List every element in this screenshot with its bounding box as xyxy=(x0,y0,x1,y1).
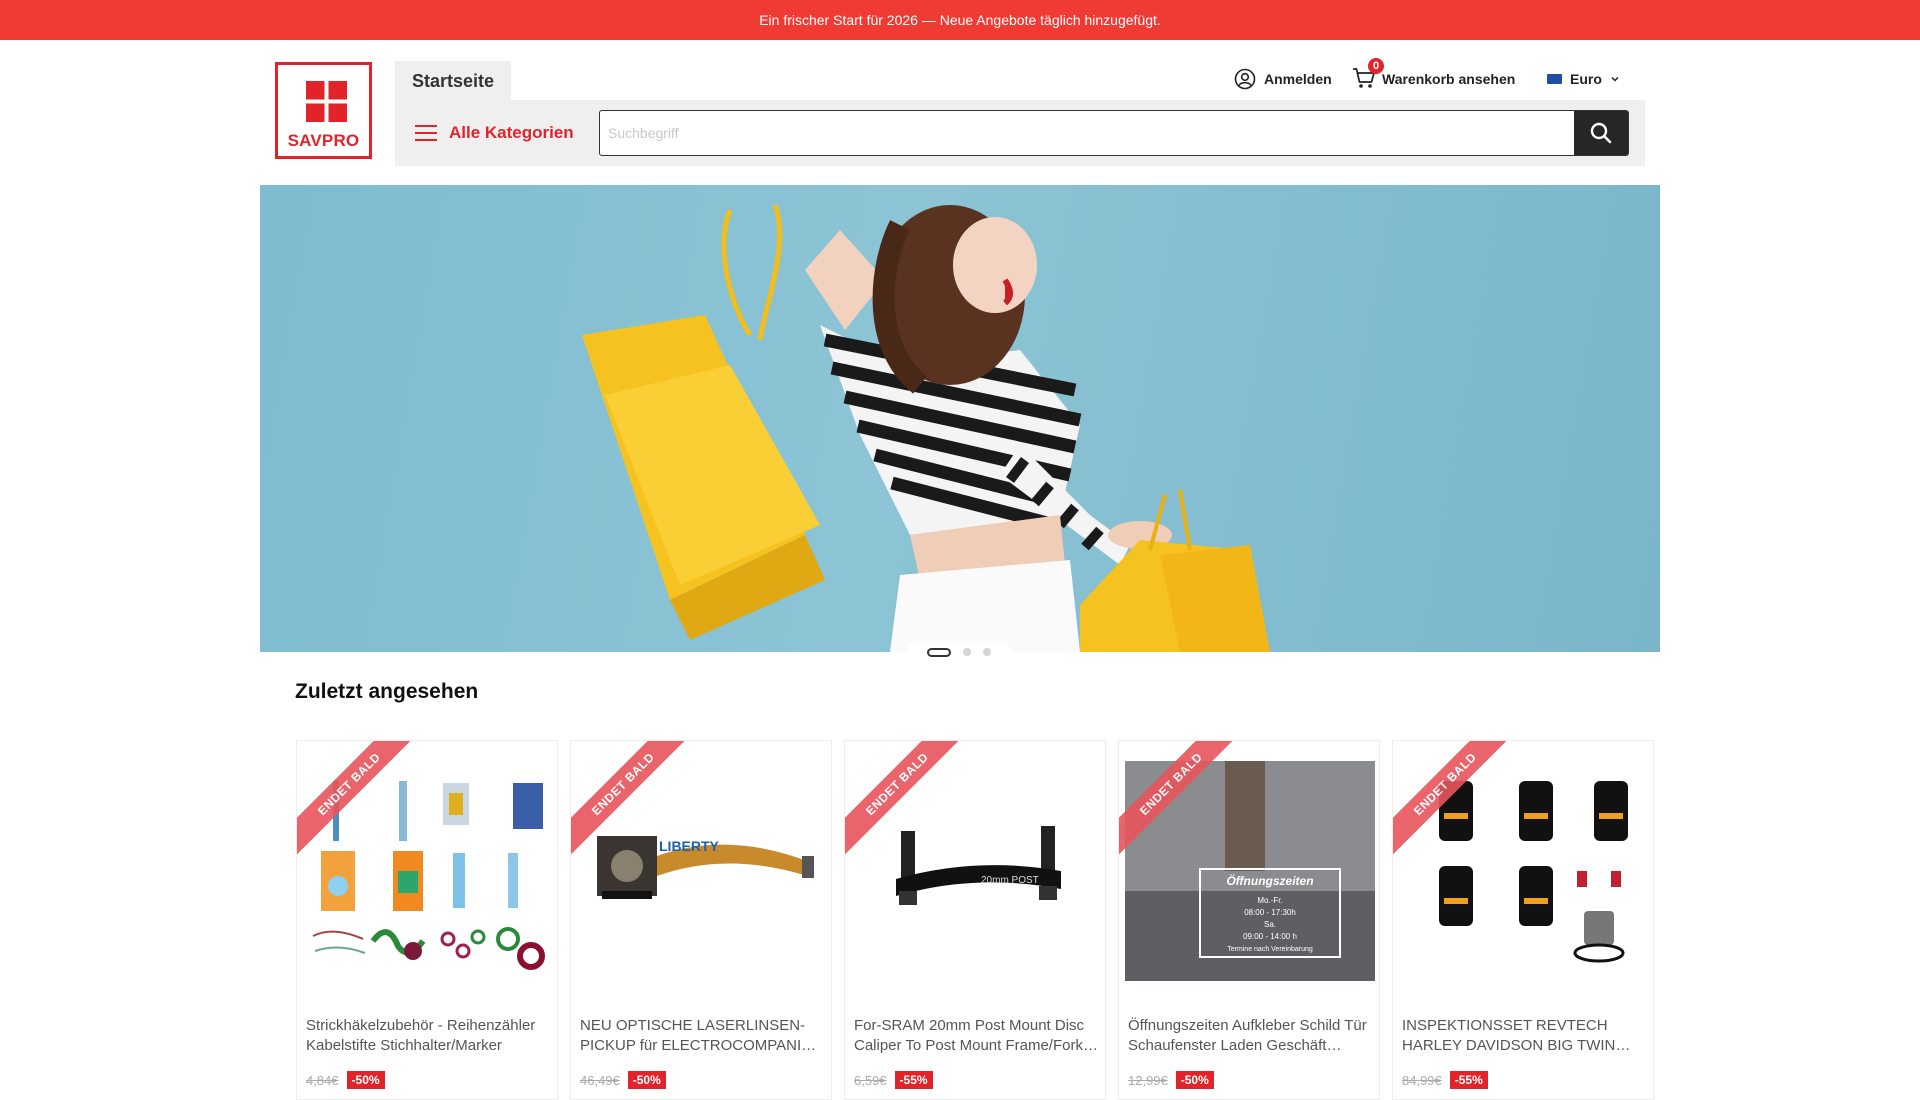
currency-label: Euro xyxy=(1570,71,1602,87)
product-image: Öffnungszeiten Mo.-Fr. 08:00 - 17:30h Sa… xyxy=(1125,761,1375,986)
cart-link[interactable]: 0 Warenkorb ansehen xyxy=(1352,57,1516,92)
product-card[interactable]: ENDET BALD INSPEKTIONSSET REVTECH HARLEY… xyxy=(1392,740,1654,1100)
discount-badge: -50% xyxy=(627,1071,666,1089)
product-title[interactable]: Strickhäkelzubehör - Reihenzähler Kabels… xyxy=(306,1016,550,1056)
hamburger-icon xyxy=(415,125,437,141)
svg-text:Sa.: Sa. xyxy=(1264,920,1276,929)
login-link[interactable]: Anmelden xyxy=(1234,66,1332,92)
svg-text:09:00 - 14:00 h: 09:00 - 14:00 h xyxy=(1243,932,1297,941)
price-row: 6,59€ -55% xyxy=(854,1071,933,1089)
hero-dot-3[interactable] xyxy=(983,648,991,656)
old-price: 46,49€ xyxy=(580,1072,620,1088)
discount-badge: -55% xyxy=(894,1071,933,1089)
product-image xyxy=(303,761,553,986)
price-row: 46,49€ -50% xyxy=(580,1071,666,1089)
opening-hours-sticker-image: Öffnungszeiten Mo.-Fr. 08:00 - 17:30h Sa… xyxy=(1125,761,1375,981)
logo-text: SAVPRO xyxy=(287,131,360,150)
store-logo[interactable]: SAVPRO xyxy=(275,62,372,159)
svg-text:Mo.-Fr.: Mo.-Fr. xyxy=(1257,896,1282,905)
product-title[interactable]: Öffnungszeiten Aufkleber Schild Tür Scha… xyxy=(1128,1016,1372,1056)
hero-image xyxy=(582,204,1270,652)
hero-banner[interactable] xyxy=(260,185,1660,652)
search-icon xyxy=(1590,122,1612,144)
svg-text:LIBERTY: LIBERTY xyxy=(659,838,720,854)
old-price: 12,99€ xyxy=(1128,1072,1168,1088)
cart-label: Warenkorb ansehen xyxy=(1382,71,1516,87)
product-card[interactable]: Öffnungszeiten Mo.-Fr. 08:00 - 17:30h Sa… xyxy=(1118,740,1380,1100)
recently-viewed-title: Zuletzt angesehen xyxy=(295,680,479,703)
login-label: Anmelden xyxy=(1264,71,1332,87)
cart-icon-wrap: 0 xyxy=(1352,57,1384,92)
product-image xyxy=(1399,761,1649,986)
promo-text: Ein frischer Start für 2026 — Neue Angeb… xyxy=(759,12,1161,28)
tab-home-label: Startseite xyxy=(411,70,495,91)
product-image: LIBERTY xyxy=(577,761,827,986)
old-price: 6,59€ xyxy=(854,1072,887,1088)
laser-pickup-image: LIBERTY xyxy=(597,836,814,899)
currency-select[interactable]: Euro xyxy=(1547,66,1620,92)
eu-flag-icon xyxy=(1547,74,1562,84)
hero-dot-1[interactable] xyxy=(927,647,951,657)
knitting-accessories-image xyxy=(312,781,545,970)
all-categories-label: Alle Kategorien xyxy=(449,123,574,142)
nav-bar: Alle Kategorien xyxy=(395,100,1645,166)
user-icon xyxy=(1234,68,1256,90)
discount-badge: -50% xyxy=(346,1071,385,1089)
product-title[interactable]: For-SRAM 20mm Post Mount Disc Caliper To… xyxy=(854,1016,1098,1056)
oil-service-kit-image xyxy=(1439,781,1628,963)
tab-home[interactable]: Startseite xyxy=(395,61,511,101)
svg-text:20mm POST: 20mm POST xyxy=(981,875,1039,886)
brake-adapter-image: 20mm POST xyxy=(896,826,1061,905)
discount-badge: -55% xyxy=(1449,1071,1488,1089)
old-price: 4,84€ xyxy=(306,1072,339,1088)
product-card[interactable]: ENDET BALD Strickhäkelzubehör - Reihenzä… xyxy=(296,740,558,1100)
svg-text:Öffnungszeiten: Öffnungszeiten xyxy=(1226,873,1313,888)
product-image: 20mm POST xyxy=(851,761,1101,986)
all-categories-button[interactable]: Alle Kategorien xyxy=(415,100,574,166)
price-row: 4,84€ -50% xyxy=(306,1071,385,1089)
old-price: 84,99€ xyxy=(1402,1072,1442,1088)
logo-mark-icon xyxy=(306,81,347,122)
svg-text:08:00 - 17:30h: 08:00 - 17:30h xyxy=(1244,908,1296,917)
hero-dot-2[interactable] xyxy=(963,648,971,656)
svg-text:Termine nach Vereinbarung: Termine nach Vereinbarung xyxy=(1227,946,1313,953)
price-row: 84,99€ -55% xyxy=(1402,1071,1488,1089)
hero-pagination xyxy=(907,641,1011,663)
promo-banner: Ein frischer Start für 2026 — Neue Angeb… xyxy=(0,0,1920,40)
price-row: 12,99€ -50% xyxy=(1128,1071,1214,1089)
cart-count-badge: 0 xyxy=(1368,57,1384,74)
search-button[interactable] xyxy=(1574,111,1628,155)
discount-badge: -50% xyxy=(1175,1071,1214,1089)
product-title[interactable]: NEU OPTISCHE LASERLINSEN-PICKUP für ELEC… xyxy=(580,1016,824,1056)
search-input[interactable] xyxy=(600,111,1570,155)
chevron-down-icon xyxy=(1611,76,1619,82)
product-card[interactable]: 20mm POST ENDET BALD For-SRAM 20mm Post … xyxy=(844,740,1106,1100)
product-card[interactable]: LIBERTY ENDET BALD NEU OPTISCHE LASERLIN… xyxy=(570,740,832,1100)
search-bar xyxy=(599,110,1629,156)
product-title[interactable]: INSPEKTIONSSET REVTECH HARLEY DAVIDSON B… xyxy=(1402,1016,1646,1056)
